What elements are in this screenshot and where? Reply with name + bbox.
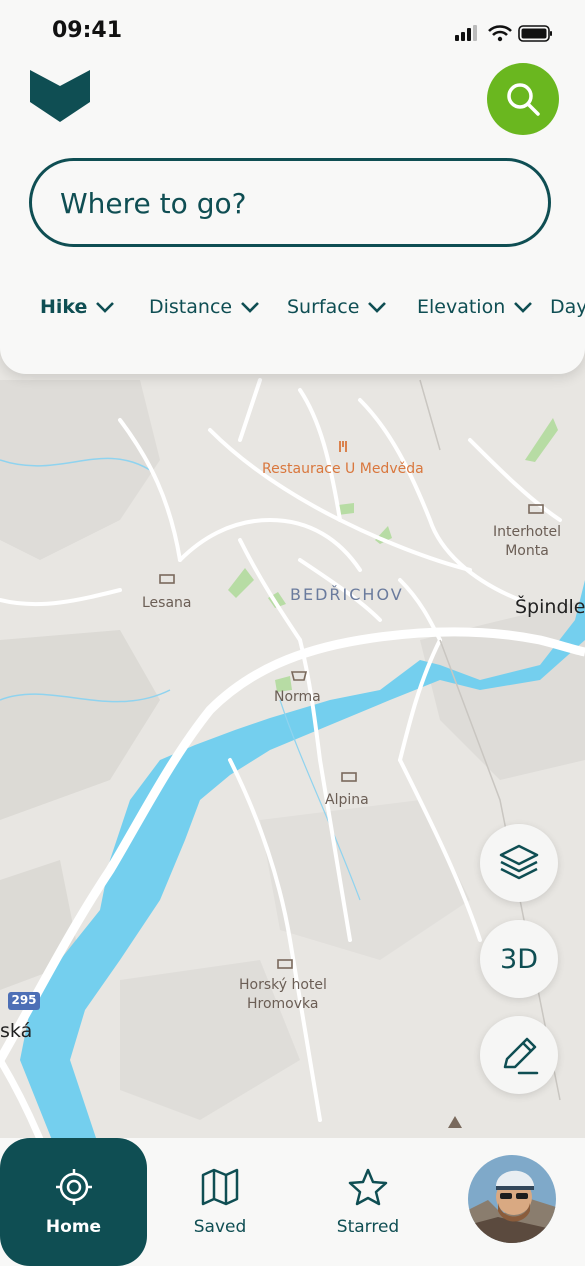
nav-starred-label: Starred — [336, 1217, 400, 1237]
nav-home[interactable]: Home — [0, 1138, 147, 1266]
nav-saved-label: Saved — [193, 1217, 247, 1237]
pencil-icon — [503, 1037, 539, 1075]
top-panel: 09:41 Hike Distance — [0, 0, 585, 374]
map-label-norma[interactable]: Norma — [274, 688, 321, 707]
chevron-down-icon — [514, 302, 533, 313]
avatar-image — [468, 1155, 556, 1243]
filter-distance[interactable]: Distance — [149, 296, 260, 318]
map-label-town[interactable]: Špindle — [515, 598, 585, 617]
draw-route-button[interactable] — [480, 1016, 558, 1094]
location-target-icon — [55, 1169, 92, 1205]
filter-surface[interactable]: Surface — [287, 296, 387, 318]
map-label-restaurant[interactable]: Restaurace U Medvěda — [262, 460, 424, 479]
map-label-lesana[interactable]: Lesana — [142, 594, 192, 613]
search-field[interactable] — [29, 158, 551, 247]
layers-button[interactable] — [480, 824, 558, 902]
filter-label: Distance — [149, 296, 233, 318]
map-label-left: ská — [0, 1020, 33, 1042]
filter-bar: Hike Distance Surface Elevation Day — [0, 296, 585, 332]
filter-day[interactable]: Day — [550, 296, 585, 318]
star-icon — [348, 1168, 388, 1206]
road-number: 295 — [11, 993, 37, 1007]
3d-button[interactable]: 3D — [480, 920, 558, 998]
status-icons — [455, 22, 555, 48]
filter-label: Elevation — [417, 296, 506, 318]
filter-label: Surface — [287, 296, 360, 318]
map-label-village[interactable]: BEDŘICHOV — [290, 585, 404, 604]
3d-label: 3D — [500, 943, 538, 975]
search-input[interactable] — [58, 161, 522, 246]
map-label-alpina[interactable]: Alpina — [325, 791, 369, 810]
nav-saved[interactable]: Saved — [174, 1138, 266, 1266]
app-logo-icon[interactable] — [30, 70, 90, 122]
filter-label: Hike — [40, 296, 88, 318]
nav-home-label: Home — [45, 1217, 102, 1237]
map-label-hromovka[interactable]: Hromovka — [247, 995, 318, 1014]
filter-label: Day — [550, 296, 585, 318]
map-label-hotel[interactable]: Interhotel Monta — [469, 523, 585, 561]
signal-wifi-battery-icon — [455, 25, 552, 42]
filter-elevation[interactable]: Elevation — [417, 296, 533, 318]
nav-starred[interactable]: Starred — [322, 1138, 414, 1266]
layers-icon — [499, 844, 539, 880]
chevron-down-icon — [241, 302, 260, 313]
chevron-down-icon — [96, 302, 115, 313]
search-button[interactable] — [487, 63, 559, 135]
map-label-horsky-hotel[interactable]: Horský hotel — [239, 976, 327, 995]
status-time: 09:41 — [52, 18, 123, 43]
filter-hike[interactable]: Hike — [40, 296, 115, 318]
map-icon — [201, 1168, 239, 1206]
profile-avatar[interactable] — [468, 1155, 556, 1243]
search-icon — [507, 83, 540, 116]
chevron-down-icon — [368, 302, 387, 313]
